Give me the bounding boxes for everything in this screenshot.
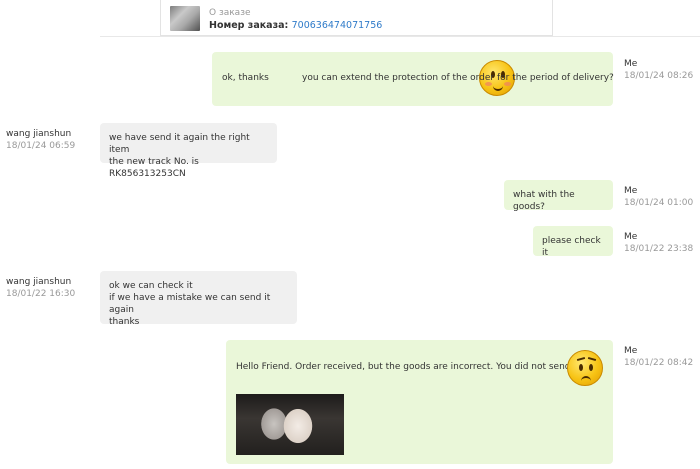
message-meta: Me 18/01/24 08:26 bbox=[624, 58, 693, 82]
message-bubble-outgoing: please check it bbox=[533, 226, 613, 258]
message-meta: wang jianshun 18/01/22 16:30 bbox=[6, 276, 75, 300]
order-number-label: Номер заказа: bbox=[209, 20, 289, 31]
message-line: thanks bbox=[109, 317, 140, 327]
message-meta: wang jianshun 18/01/24 06:59 bbox=[6, 128, 75, 152]
message-bubble-outgoing: what with the goods? bbox=[504, 180, 613, 212]
message-timestamp: 18/01/22 23:38 bbox=[624, 244, 694, 254]
sender-name: Me bbox=[624, 186, 638, 196]
message-text: you can extend the protection of the ord… bbox=[302, 73, 614, 83]
message-timestamp: 18/01/24 01:00 bbox=[624, 198, 694, 208]
sender-name: Me bbox=[624, 346, 638, 356]
sender-name: wang jianshun bbox=[6, 277, 72, 287]
message-timestamp: 18/01/24 06:59 bbox=[6, 141, 76, 151]
message-timestamp: 18/01/24 08:26 bbox=[624, 71, 694, 81]
message-timestamp: 18/01/22 08:42 bbox=[624, 358, 694, 368]
order-info-card: О заказе Номер заказа: 700636474071756 bbox=[160, 0, 553, 36]
message-bubble-incoming: ok we can check it if we have a mistake … bbox=[100, 271, 297, 327]
order-section-title: О заказе bbox=[209, 8, 251, 18]
goods-photo-attachment[interactable] bbox=[236, 394, 344, 455]
message-line: we have send it again the right item bbox=[109, 133, 250, 155]
sad-emoji-icon bbox=[567, 350, 603, 386]
sender-name: wang jianshun bbox=[6, 129, 72, 139]
message-text: ok, thanks bbox=[222, 73, 269, 83]
message-bubble-incoming: we have send it again the right item the… bbox=[100, 123, 277, 179]
message-text: please check it bbox=[542, 236, 601, 258]
order-number-row: Номер заказа: 700636474071756 bbox=[209, 20, 382, 31]
message-meta: Me 18/01/22 23:38 bbox=[624, 231, 693, 255]
message-timestamp: 18/01/22 16:30 bbox=[6, 289, 76, 299]
order-product-thumbnail[interactable] bbox=[170, 6, 200, 31]
sender-name: Me bbox=[624, 59, 638, 69]
header-divider bbox=[100, 36, 700, 37]
message-line: the new track No. is RK856313253CN bbox=[109, 157, 199, 179]
message-meta: Me 18/01/22 08:42 bbox=[624, 345, 693, 369]
message-line: if we have a mistake we can send it agai… bbox=[109, 293, 271, 315]
sender-name: Me bbox=[624, 232, 638, 242]
order-number-link[interactable]: 700636474071756 bbox=[292, 20, 383, 31]
message-text: what with the goods? bbox=[513, 190, 575, 212]
message-text: Hello Friend. Order received, but the go… bbox=[236, 362, 583, 372]
message-meta: Me 18/01/24 01:00 bbox=[624, 185, 693, 209]
message-line: ok we can check it bbox=[109, 281, 193, 291]
message-bubble-outgoing: ok, thanks you can extend the protection… bbox=[212, 52, 614, 106]
